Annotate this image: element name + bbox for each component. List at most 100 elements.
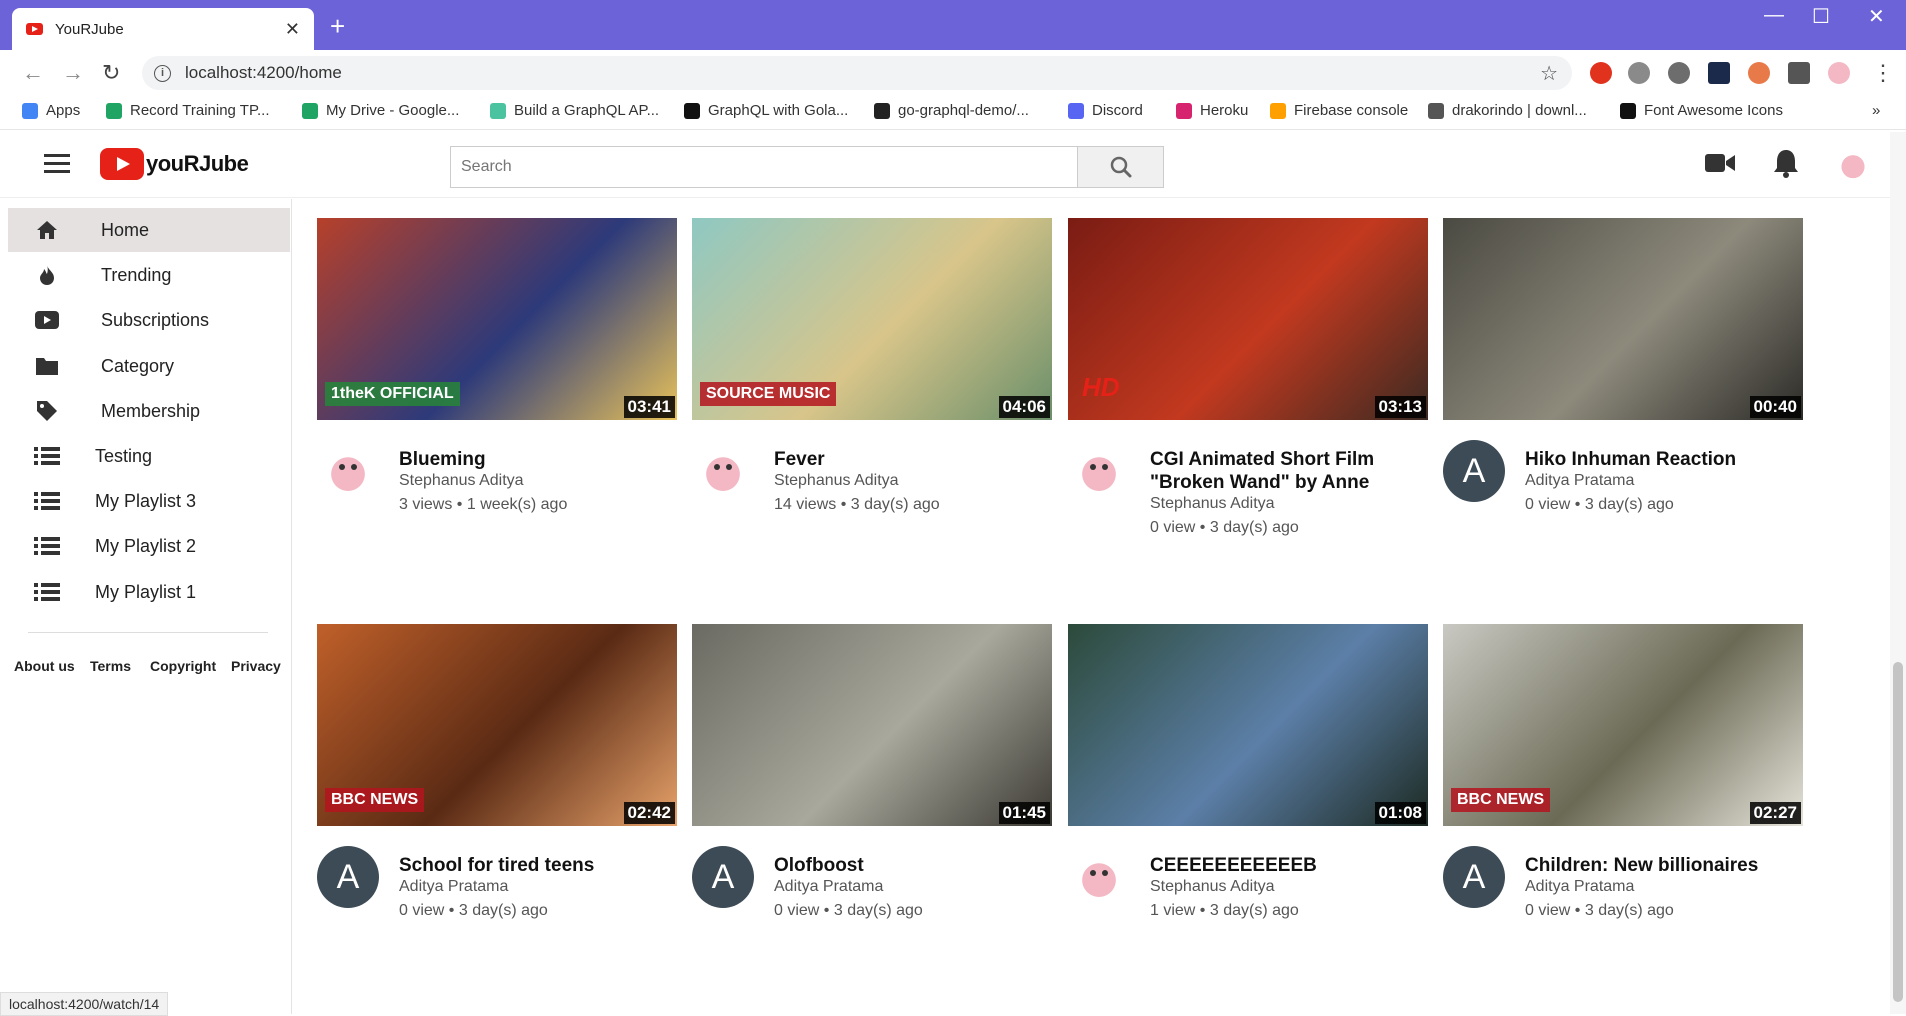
channel-name[interactable]: Stephanus Aditya [1150,494,1275,514]
sidebar-item-membership[interactable]: Membership [8,389,290,433]
channel-name[interactable]: Stephanus Aditya [1150,877,1275,897]
video-thumbnail[interactable]: 01:08 [1068,624,1428,826]
sidebar-item-category[interactable]: Category [8,344,290,388]
channel-name[interactable]: Aditya Pratama [1525,877,1634,897]
video-card[interactable]: SOURCE MUSIC 04:06 Fever Stephanus Aditya 14… [692,218,1052,520]
sidebar-item-my-playlist-3[interactable]: My Playlist 3 [8,479,290,523]
sidebar-item-trending[interactable]: Trending [8,253,290,297]
back-icon[interactable]: ← [22,60,44,86]
sin-extension-icon[interactable] [1708,62,1730,84]
channel-avatar[interactable] [1068,846,1130,908]
video-card[interactable]: BBC NEWS 02:42 A School for tired teens Adit… [317,624,677,926]
forward-icon[interactable]: → [62,60,84,86]
video-title[interactable]: Olofboost [774,854,1052,877]
video-thumbnail[interactable]: 01:45 [692,624,1052,826]
thumbnail-watermark: BBC NEWS [325,788,425,812]
video-title[interactable]: School for tired teens [399,854,677,877]
shield-extension-icon[interactable] [1628,62,1650,84]
video-title[interactable]: Children: New billionaires [1525,854,1803,877]
channel-avatar[interactable]: A [1443,846,1505,908]
sidebar-item-my-playlist-1[interactable]: My Playlist 1 [8,570,290,614]
browser-menu-icon[interactable]: ⋮ [1872,60,1894,86]
video-title[interactable]: CEEEEEEEEEEEB [1150,854,1428,877]
address-bar[interactable]: i localhost:4200/home ☆ [142,56,1572,90]
app-logo[interactable]: youRJube [100,148,249,180]
bookmarks-more-icon[interactable]: » [1872,102,1880,119]
bookmark-item[interactable]: Apps [22,102,80,119]
bookmark-item[interactable]: GraphQL with Gola... [684,102,848,119]
new-tab-button[interactable]: + [330,12,345,40]
video-card[interactable]: HD 03:13 CGI Animated Short Film "Broken W… [1068,218,1428,536]
search-button[interactable] [1077,147,1163,187]
channel-avatar[interactable]: A [317,846,379,908]
menu-icon[interactable] [44,154,70,174]
footer-link-privacy[interactable]: Privacy [231,658,281,674]
opera-extension-icon[interactable] [1590,62,1612,84]
scrollbar-thumb[interactable] [1893,662,1903,1002]
channel-avatar[interactable]: A [692,846,754,908]
video-title[interactable]: CGI Animated Short Film "Broken Wand" by… [1150,448,1428,494]
maximize-icon[interactable]: ☐ [1812,4,1830,29]
reload-icon[interactable]: ↻ [102,60,120,86]
profile-avatar-icon[interactable] [1828,62,1850,84]
browser-tab[interactable]: YouRJube ✕ [12,8,314,50]
sidebar-item-home[interactable]: Home [8,208,290,252]
sidebar-item-my-playlist-2[interactable]: My Playlist 2 [8,524,290,568]
video-thumbnail[interactable]: BBC NEWS 02:42 [317,624,677,826]
extension-icon[interactable] [1668,62,1690,84]
window-close-icon[interactable]: ✕ [1868,4,1885,29]
video-stats: 0 view • 3 day(s) ago [1150,519,1299,536]
sidebar-item-testing[interactable]: Testing [8,434,290,478]
footer-link-copyright[interactable]: Copyright [150,658,216,674]
channel-avatar[interactable] [1068,440,1130,502]
video-thumbnail[interactable]: BBC NEWS 02:27 [1443,624,1803,826]
list-icon [34,445,60,467]
channel-name[interactable]: Aditya Pratama [399,877,508,897]
video-card[interactable]: 01:45 A Olofboost Aditya Pratama 0 view • 3 … [692,624,1052,926]
bookmark-item[interactable]: Firebase console [1270,102,1408,119]
channel-avatar[interactable] [692,440,754,502]
channel-avatar[interactable]: A [1443,440,1505,502]
video-title[interactable]: Blueming [399,448,677,471]
bookmark-item[interactable]: My Drive - Google... [302,102,459,119]
sidebar: Home Trending Subscriptions Category Members… [0,199,292,1014]
page-scrollbar[interactable] [1890,132,1906,1014]
footer-link-about-us[interactable]: About us [14,658,75,674]
video-card[interactable]: 1theK OFFICIAL 03:41 Blueming Stephanus Adi… [317,218,677,520]
video-title[interactable]: Hiko Inhuman Reaction [1525,448,1803,471]
bookmark-star-icon[interactable]: ☆ [1540,61,1558,86]
bookmark-item[interactable]: drakorindo | downl... [1428,102,1587,119]
footer-link-terms[interactable]: Terms [90,658,131,674]
bookmark-item[interactable]: go-graphql-demo/... [874,102,1029,119]
video-card[interactable]: 01:08 CEEEEEEEEEEEB Stephanus Aditya 1 view… [1068,624,1428,926]
search-input[interactable] [451,147,1077,187]
video-thumbnail[interactable]: 00:40 [1443,218,1803,420]
bookmark-item[interactable]: Font Awesome Icons [1620,102,1783,119]
search-icon [1110,156,1131,178]
tab-close-icon[interactable]: ✕ [285,19,300,40]
video-thumbnail[interactable]: HD 03:13 [1068,218,1428,420]
channel-name[interactable]: Aditya Pratama [1525,471,1634,491]
video-card[interactable]: BBC NEWS 02:27 A Children: New billionaires… [1443,624,1803,926]
channel-name[interactable]: Stephanus Aditya [774,471,899,491]
video-thumbnail[interactable]: SOURCE MUSIC 04:06 [692,218,1052,420]
video-thumbnail[interactable]: 1theK OFFICIAL 03:41 [317,218,677,420]
bookmark-item[interactable]: Record Training TP... [106,102,270,119]
extension-icon[interactable] [1748,62,1770,84]
channel-name[interactable]: Aditya Pratama [774,877,883,897]
bookmark-item[interactable]: Build a GraphQL AP... [490,102,659,119]
minimize-icon[interactable]: — [1764,4,1784,27]
bookmark-item[interactable]: Discord [1068,102,1143,119]
video-title[interactable]: Fever [774,448,1052,471]
puzzle-extensions-icon[interactable] [1788,62,1810,84]
video-card[interactable]: 00:40 A Hiko Inhuman Reaction Aditya Pratam… [1443,218,1803,520]
channel-avatar[interactable] [317,440,379,502]
bookmark-item[interactable]: Heroku [1176,102,1248,119]
video-duration: 01:08 [1374,802,1426,824]
user-avatar[interactable] [1836,148,1870,182]
bell-icon[interactable] [1772,148,1800,178]
channel-name[interactable]: Stephanus Aditya [399,471,524,491]
video-camera-icon[interactable] [1704,150,1736,176]
sidebar-item-subscriptions[interactable]: Subscriptions [8,298,290,342]
site-info-icon[interactable]: i [154,64,171,82]
